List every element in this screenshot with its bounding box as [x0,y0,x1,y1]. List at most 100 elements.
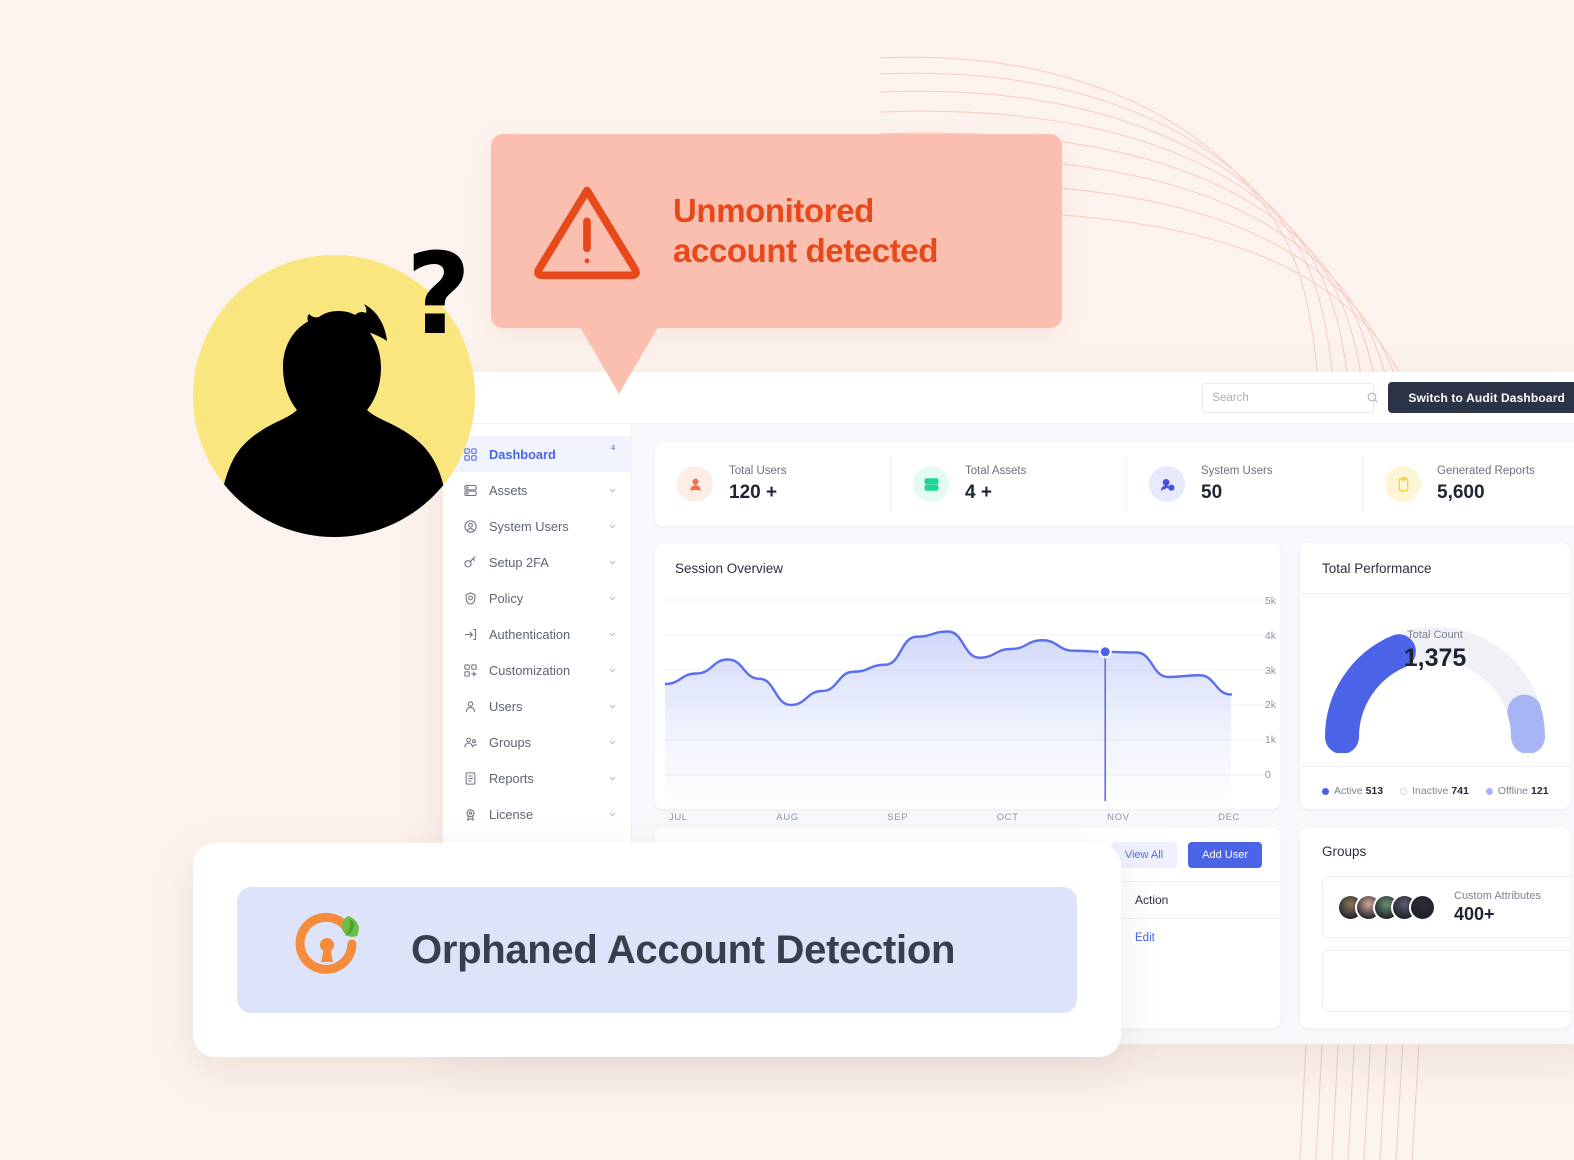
chevron-down-icon [609,560,616,564]
chevron-down-icon [609,668,616,672]
search-icon [1367,392,1379,403]
chevron-down-icon [609,776,616,780]
column-header-action: Action [1135,893,1169,907]
y-tick-label: 2k [1264,699,1276,712]
stats-summary-card: Total Users 120 + Total Assets 4 + System Us… [655,442,1574,526]
x-tick-label: DEC [1218,812,1240,823]
users-icon [464,737,477,747]
callout-line-2: account detected [673,232,938,269]
mid-row: Session Overview 5k 4k 3k 2k 1k 0 JUL AU… [655,543,1574,823]
stat-label: System Users [1201,464,1273,477]
custom-attributes-tile: Custom Attributes 400+ [1322,876,1570,938]
x-tick-label: SEP [887,812,909,823]
key-icon [464,555,476,567]
legend-swatch [1322,787,1329,795]
unmonitored-account-callout: Unmonitored account detected [491,134,1062,394]
legend-value: 121 [1531,785,1549,797]
group-avatars [1337,893,1436,921]
stat-card-system-users: System Users 50 [1127,455,1363,513]
sidebar-item-label: Authentication [489,626,571,642]
legend-value: 513 [1365,785,1384,797]
user-gear-icon [1160,478,1174,491]
sidebar-item-label: Policy [489,590,524,606]
session-overview-title: Session Overview [675,561,784,576]
user-icon [689,478,701,491]
callout-text: Unmonitored account detected [673,191,938,272]
banner-title: Orphaned Account Detection [411,927,956,972]
divider [1300,766,1570,767]
stat-value: 50 [1201,481,1223,503]
orphaned-account-logo-icon [295,912,359,974]
sidebar-item-label: Customization [489,662,571,678]
x-tick-label: NOV [1107,812,1130,823]
sidebar-item-label: System Users [489,518,569,534]
search-box[interactable] [1202,382,1379,413]
avatar [1409,893,1436,921]
sidebar-item-badge: 4 [611,444,615,452]
divider [1300,593,1570,594]
stat-label: Total Users [729,464,787,477]
add-user-button[interactable]: Add User [1188,842,1262,868]
chevron-down-icon [609,488,616,492]
chevron-down-icon [609,632,616,636]
x-tick-label: AUG [776,812,799,823]
legend-swatch [1485,787,1493,795]
chart-marker-dot [1098,645,1112,659]
legend-item-offline: Offline 121 [1485,785,1549,797]
stat-icon-wrapper [1385,466,1421,502]
sidebar-item-setup-2fa[interactable]: Setup 2FA [443,544,631,580]
stat-value: 5,600 [1437,481,1485,503]
stat-label: Total Assets [965,464,1027,477]
sidebar-item-authentication[interactable]: Authentication [443,616,631,652]
gauge-center-label: Total Count [1407,629,1463,641]
login-icon [464,628,477,640]
chevron-down-icon [609,812,616,816]
y-tick-label: 0 [1264,768,1271,781]
sidebar-item-users[interactable]: Users [443,688,631,724]
users-table-actions: View All Add User [1110,842,1262,868]
legend-label: Active [1334,785,1363,797]
badge-icon [466,808,475,821]
y-tick-label: 4k [1264,629,1276,642]
custom-attributes-label: Custom Attributes [1454,889,1541,902]
legend-item-active: Active 513 [1322,785,1383,797]
legend-item-inactive: Inactive 741 [1400,785,1469,797]
server-icon [924,477,938,491]
custom-attributes-value: 400+ [1454,903,1495,924]
chart-y-axis: 5k 4k 3k 2k 1k 0 [1265,595,1276,781]
performance-gauge [1300,603,1570,754]
session-overview-card: Session Overview 5k 4k 3k 2k 1k 0 JUL AU… [655,543,1280,823]
sidebar-item-license[interactable]: License [443,796,631,832]
sidebar-item-reports[interactable]: Reports [443,760,631,796]
grid-plus-icon [464,663,477,677]
x-tick-label: OCT [996,812,1019,823]
sidebar-item-groups[interactable]: Groups [443,724,631,760]
shield-icon [465,591,476,605]
chevron-down-icon [609,740,616,744]
groups-secondary-tile [1322,950,1570,1012]
chevron-down-icon [609,704,616,708]
user-icon [465,700,476,712]
switch-to-audit-dashboard-button[interactable]: Switch to Audit Dashboard [1388,382,1574,413]
sidebar-item-label: Setup 2FA [489,554,549,570]
sidebar-item-policy[interactable]: Policy [443,580,631,616]
total-performance-title: Total Performance [1322,561,1432,576]
legend-label: Inactive [1412,785,1449,797]
total-performance-card: Total Performance Total Count 1,375 Acti… [1300,543,1570,809]
legend-label: Offline [1497,785,1529,797]
gauge-center-value: 1,375 [1403,644,1467,672]
legend-swatch [1400,787,1408,795]
callout-line-1: Unmonitored [673,191,874,229]
chart-x-axis: JUL AUG SEP OCT NOV DEC [669,812,1240,823]
banner-inner: Orphaned Account Detection [237,887,1077,1013]
edit-link[interactable]: Edit [1135,932,1155,944]
sidebar-item-label: Assets [489,482,528,498]
sidebar-item-customization[interactable]: Customization [443,652,631,688]
warning-triangle-icon [534,186,640,280]
y-tick-label: 3k [1264,664,1276,677]
search-input[interactable] [1212,391,1367,404]
gauge-center-readout: Total Count 1,375 [1300,629,1570,673]
stat-label: Generated Reports [1437,464,1535,477]
confused-user-avatar: ? [193,239,475,537]
sidebar-item-label: Dashboard [489,446,556,462]
